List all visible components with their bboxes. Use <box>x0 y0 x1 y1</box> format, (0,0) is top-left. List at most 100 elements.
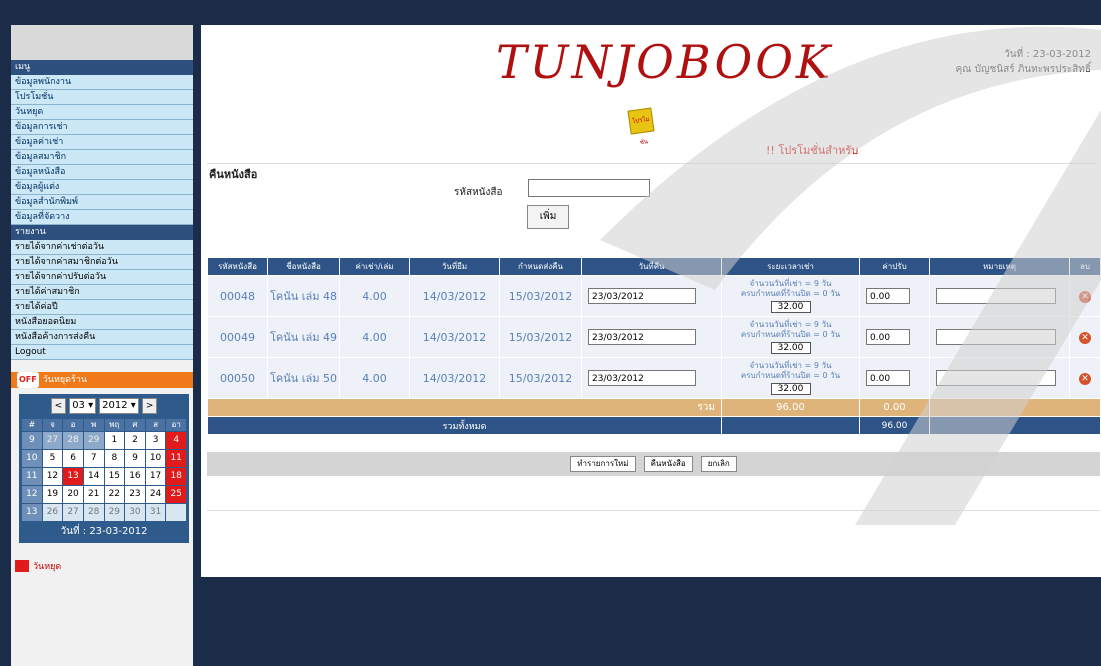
cell-period: จำนวนวันที่เช่า = 9 วัน ครบกำหนดที่ร้านป… <box>721 316 860 358</box>
calendar-day[interactable]: 4 <box>166 432 186 449</box>
logout-link[interactable]: Logout <box>11 345 193 360</box>
note-input[interactable] <box>936 370 1056 386</box>
calendar-day[interactable]: 31 <box>145 504 166 521</box>
delete-icon[interactable]: ✕ <box>1079 332 1091 344</box>
calendar-day[interactable]: 21 <box>83 486 104 503</box>
calendar-day[interactable]: 14 <box>83 468 104 485</box>
calendar-day[interactable]: 6 <box>63 450 83 467</box>
calendar-day[interactable]: 13 <box>63 468 83 485</box>
calendar-day[interactable]: 30 <box>125 504 145 521</box>
new-transaction-button[interactable]: ทำรายการใหม่ <box>570 456 636 472</box>
calendar-day[interactable]: 27 <box>63 504 83 521</box>
bottom-divider <box>207 510 1100 511</box>
calendar-day[interactable]: 5 <box>42 450 63 467</box>
menu-item-locations[interactable]: ข้อมูลที่จัดวาง <box>11 210 193 225</box>
calendar-day[interactable]: 19 <box>42 486 63 503</box>
calendar-day[interactable]: 12 <box>42 468 63 485</box>
cell-borrow-date: 14/03/2012 <box>409 275 500 317</box>
menu-item-rentals[interactable]: ข้อมูลการเช่า <box>11 120 193 135</box>
calendar-next-button[interactable]: > <box>141 398 158 414</box>
calendar-day[interactable]: 25 <box>166 486 186 503</box>
calendar-today: วันที่ : 23-03-2012 <box>60 526 148 537</box>
table-row: 00049 โคนัน เล่ม 49 4.00 14/03/2012 15/0… <box>207 316 1101 358</box>
period-days: จำนวนวันที่เช่า = 9 วัน <box>749 320 832 329</box>
calendar-day[interactable]: 18 <box>166 468 186 485</box>
calendar-day[interactable]: 24 <box>145 486 166 503</box>
note-input[interactable] <box>936 288 1056 304</box>
calendar-day[interactable]: 22 <box>104 486 125 503</box>
menu-item-authors[interactable]: ข้อมูลผู้แต่ง <box>11 180 193 195</box>
menu-item-employees[interactable]: ข้อมูลพนักงาน <box>11 75 193 90</box>
calendar-day[interactable]: 28 <box>83 504 104 521</box>
promotion-text: !! โปรโมชั่นสำหรับ <box>766 144 859 157</box>
return-date-input[interactable]: 23/03/2012 <box>588 370 696 386</box>
cell-book-name: โคนัน เล่ม 50 <box>267 357 340 399</box>
cell-due-date: 15/03/2012 <box>499 275 582 317</box>
calendar-day[interactable]: 29 <box>83 432 104 449</box>
return-date-input[interactable]: 23/03/2012 <box>588 288 696 304</box>
report-item-daily-fines[interactable]: รายได้จากค่าปรับต่อวัน <box>11 270 193 285</box>
calendar-day[interactable]: 27 <box>42 432 63 449</box>
book-id-input[interactable] <box>528 179 650 197</box>
rent-amount-input[interactable]: 32.00 <box>770 383 811 395</box>
holiday-swatch <box>15 560 29 572</box>
calendar-day[interactable]: 29 <box>104 504 125 521</box>
delete-icon[interactable]: ✕ <box>1079 291 1091 303</box>
calendar-day[interactable]: 11 <box>166 450 186 467</box>
cell-fine: 0.00 <box>859 275 930 317</box>
calendar-day[interactable]: 23 <box>125 486 145 503</box>
calendar-day[interactable]: 1 <box>104 432 125 449</box>
cell-rate: 4.00 <box>339 275 410 317</box>
calendar-day[interactable] <box>166 504 186 521</box>
add-button[interactable]: เพิ่ม <box>527 205 569 229</box>
report-item-overdue-books[interactable]: หนังสือค้างการส่งคืน <box>11 330 193 345</box>
calendar-day[interactable]: 26 <box>42 504 63 521</box>
return-date-input[interactable]: 23/03/2012 <box>588 329 696 345</box>
calendar-day[interactable]: 2 <box>125 432 145 449</box>
calendar-day[interactable]: 7 <box>83 450 104 467</box>
fine-input[interactable]: 0.00 <box>866 288 910 304</box>
calendar-day[interactable]: 20 <box>63 486 83 503</box>
year-select[interactable]: 2012 ▾ <box>99 398 139 414</box>
calendar-day[interactable]: 16 <box>125 468 145 485</box>
calendar-prev-button[interactable]: < <box>50 398 67 414</box>
return-books-button[interactable]: คืนหนังสือ <box>643 456 693 472</box>
calendar-day[interactable]: 9 <box>125 450 145 467</box>
report-item-daily-rent[interactable]: รายได้จากค่าเช่าต่อวัน <box>11 240 193 255</box>
delete-icon[interactable]: ✕ <box>1079 373 1091 385</box>
book-id-label: รหัสหนังสือ <box>454 187 503 198</box>
cell-book-id: 00049 <box>207 316 268 358</box>
calendar-day[interactable]: 10 <box>145 450 166 467</box>
report-item-daily-membership[interactable]: รายได้จากค่าสมาชิกต่อวัน <box>11 255 193 270</box>
fine-input[interactable]: 0.00 <box>866 329 910 345</box>
rent-amount-input[interactable]: 32.00 <box>770 301 811 313</box>
calendar-day[interactable]: 28 <box>63 432 83 449</box>
note-input[interactable] <box>936 329 1056 345</box>
legend-label: วันหยุด <box>33 562 62 572</box>
menu-item-members[interactable]: ข้อมูลสมาชิก <box>11 150 193 165</box>
cancel-button[interactable]: ยกเลิก <box>700 456 737 472</box>
col-fine: ค่าปรับ <box>859 257 930 276</box>
cell-delete: ✕ <box>1069 357 1101 399</box>
main-panel: TUNJOBOOK วันที่ : 23-03-2012 คุณ บัญชนิ… <box>201 25 1101 577</box>
menu-item-publishers[interactable]: ข้อมูลสำนักพิมพ์ <box>11 195 193 210</box>
calendar-day[interactable]: 8 <box>104 450 125 467</box>
calendar-day[interactable]: 15 <box>104 468 125 485</box>
report-item-popular-books[interactable]: หนังสือยอดนิยม <box>11 315 193 330</box>
promotion-icon[interactable]: โปรโมชั่น <box>627 107 655 146</box>
report-item-yearly-income[interactable]: รายได้ค่อปี <box>11 300 193 315</box>
cell-return-date: 23/03/2012 <box>581 357 722 399</box>
menu-item-promotions[interactable]: โปรโมชั่น <box>11 90 193 105</box>
calendar-day[interactable]: 17 <box>145 468 166 485</box>
rent-amount-input[interactable]: 32.00 <box>770 342 811 354</box>
year-value: 2012 <box>102 400 128 411</box>
month-value: 03 <box>72 400 85 411</box>
menu-item-books[interactable]: ข้อมูลหนังสือ <box>11 165 193 180</box>
report-item-membership-income[interactable]: รายได้ค่าสมาชิก <box>11 285 193 300</box>
fine-input[interactable]: 0.00 <box>866 370 910 386</box>
menu-item-holidays[interactable]: วันหยุด <box>11 105 193 120</box>
month-select[interactable]: 03 ▾ <box>69 398 97 414</box>
period-closed: ครบกำหนดที่ร้านปิด = 0 วัน <box>740 371 841 380</box>
menu-item-rent-fees[interactable]: ข้อมูลค่าเช่า <box>11 135 193 150</box>
calendar-day[interactable]: 3 <box>145 432 166 449</box>
